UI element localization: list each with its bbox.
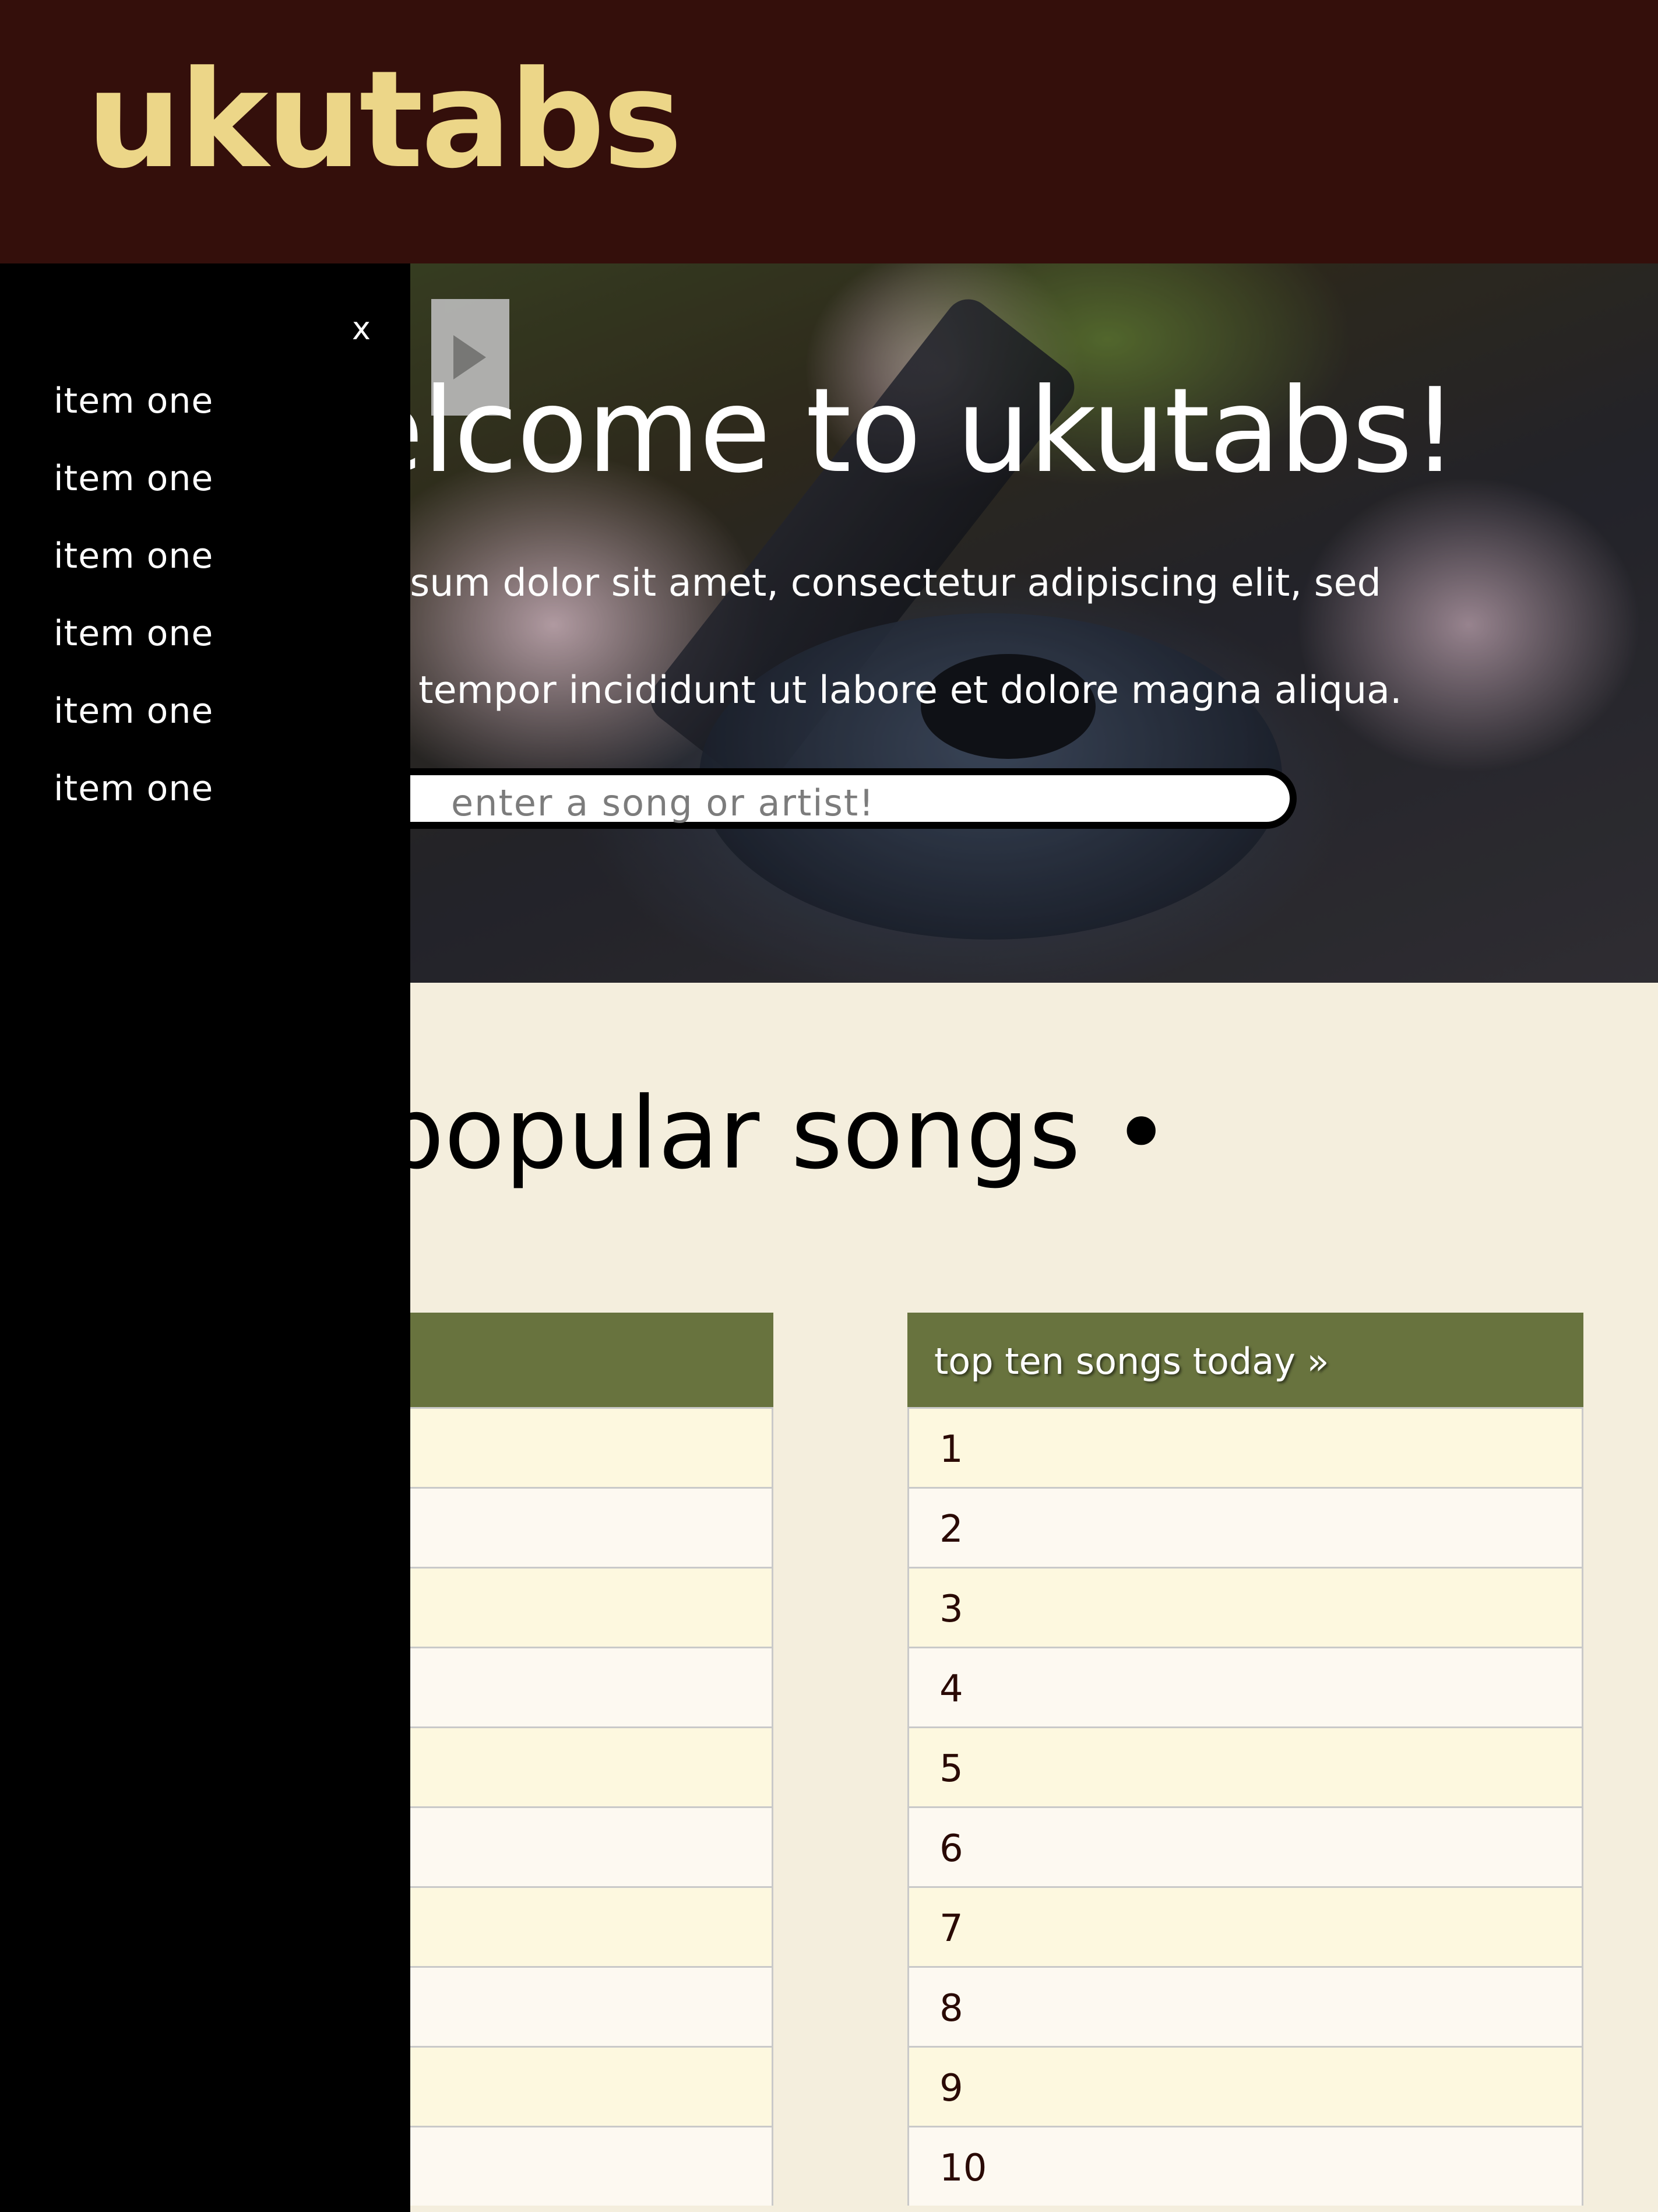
drawer-item[interactable]: item one	[54, 771, 213, 806]
site-logo[interactable]: ukutabs	[86, 54, 682, 188]
table-row[interactable]: 6	[907, 1806, 1583, 1886]
table-row[interactable]: 10	[907, 2126, 1583, 2206]
table-row[interactable]: 5	[907, 1726, 1583, 1806]
table-row[interactable]: 7	[907, 1886, 1583, 1966]
hero-subtitle-line-2: eiusmod tempor incididunt ut labore et d…	[245, 669, 1402, 712]
table-row[interactable]: 4	[907, 1647, 1583, 1726]
drawer-item[interactable]: item one	[54, 461, 213, 496]
drawer-item[interactable]: item one	[54, 694, 213, 729]
top-ten-table: top ten songs today » 1 2 3 4 5 6 7 8 9 …	[907, 1313, 1583, 2206]
table-row[interactable]: 8	[907, 1966, 1583, 2046]
popular-songs-title: • popular songs •	[291, 1076, 1171, 1191]
drawer-item[interactable]: item one	[54, 539, 213, 574]
hero-title: Welcome to ukutabs!	[245, 363, 1458, 499]
table-row[interactable]: 9	[907, 2046, 1583, 2126]
side-drawer: x item one item one item one item one it…	[0, 263, 410, 2212]
close-icon[interactable]: x	[352, 313, 371, 344]
hero-subtitle-line-1: Lorem ipsum dolor sit amet, consectetur …	[245, 561, 1381, 659]
search-bar[interactable]	[373, 768, 1297, 829]
table-row[interactable]: 2	[907, 1487, 1583, 1567]
hero-subtitle: Lorem ipsum dolor sit amet, consectetur …	[245, 557, 1410, 718]
top-ten-header[interactable]: top ten songs today »	[907, 1313, 1583, 1407]
search-input[interactable]	[450, 780, 1256, 825]
table-row[interactable]: 1	[907, 1407, 1583, 1487]
drawer-item[interactable]: item one	[54, 384, 213, 419]
table-row[interactable]: 3	[907, 1567, 1583, 1647]
site-header: ukutabs	[0, 0, 1658, 263]
drawer-item[interactable]: item one	[54, 616, 213, 651]
